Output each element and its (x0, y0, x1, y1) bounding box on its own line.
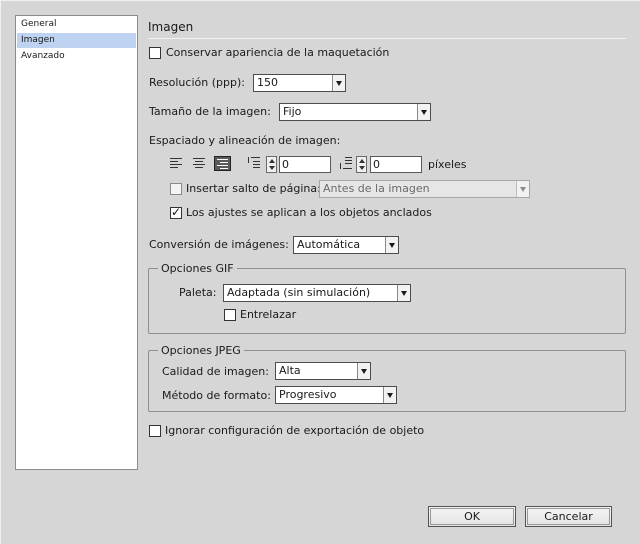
interlace-checkbox[interactable] (224, 309, 236, 321)
palette-dropdown[interactable]: Adaptada (sin simulación) (223, 284, 411, 302)
space-after-icon (340, 157, 352, 169)
method-dropdown[interactable]: Progresivo (275, 386, 397, 404)
page-break-value: Antes de la imagen (323, 182, 430, 195)
spacing-label: Espaciado y alineación de imagen: (149, 134, 341, 147)
category-list[interactable]: General Imagen Avanzado (15, 15, 138, 470)
sidebar-item-imagen[interactable]: Imagen (17, 33, 136, 48)
quality-dropdown[interactable]: Alta (275, 362, 371, 380)
align-center-icon[interactable] (193, 158, 207, 170)
space-before-icon (248, 157, 260, 169)
ok-button[interactable]: OK (428, 506, 516, 527)
conversion-dropdown[interactable]: Automática (293, 236, 399, 254)
image-size-dropdown[interactable]: Fijo (279, 103, 431, 121)
chevron-down-icon[interactable] (397, 285, 410, 301)
conversion-label: Conversión de imágenes: (149, 238, 289, 251)
sidebar-item-general[interactable]: General (17, 17, 136, 32)
chevron-down-icon[interactable] (357, 363, 370, 379)
method-label: Método de formato: (162, 389, 271, 402)
preserve-layout-checkbox[interactable] (149, 47, 161, 59)
resolution-value: 150 (257, 76, 278, 89)
page-break-checkbox[interactable] (170, 183, 182, 195)
space-before-stepper[interactable] (266, 156, 277, 173)
quality-label: Calidad de imagen: (162, 365, 269, 378)
anchored-label: Los ajustes se aplican a los objetos anc… (186, 206, 432, 219)
quality-value: Alta (279, 364, 301, 377)
resolution-label: Resolución (ppp): (149, 76, 245, 89)
checkmark-icon: ✓ (171, 205, 182, 219)
gif-options-title: Opciones GIF (158, 262, 237, 275)
chevron-down-icon[interactable] (383, 387, 396, 403)
align-right-icon[interactable] (214, 156, 231, 171)
page-break-dropdown[interactable]: Antes de la imagen (319, 180, 530, 198)
chevron-down-icon[interactable] (332, 75, 345, 91)
palette-value: Adaptada (sin simulación) (227, 286, 371, 299)
resolution-dropdown[interactable]: 150 (253, 74, 346, 92)
method-value: Progresivo (279, 388, 337, 401)
space-after-stepper[interactable] (356, 156, 367, 173)
anchored-checkbox[interactable]: ✓ (170, 205, 182, 219)
ignore-export-label: Ignorar configuración de exportación de … (165, 424, 425, 437)
sidebar-item-avanzado[interactable]: Avanzado (17, 49, 136, 64)
image-size-label: Tamaño de la imagen: (149, 105, 271, 118)
chevron-down-icon[interactable] (516, 181, 529, 197)
jpeg-options-title: Opciones JPEG (158, 344, 244, 357)
palette-label: Paleta: (179, 286, 217, 299)
interlace-label: Entrelazar (240, 308, 297, 321)
space-after-input[interactable]: 0 (370, 156, 422, 173)
align-left-icon[interactable] (170, 158, 184, 170)
image-size-value: Fijo (283, 105, 302, 118)
chevron-down-icon[interactable] (385, 237, 398, 253)
chevron-down-icon[interactable] (417, 104, 430, 120)
space-before-input[interactable]: 0 (279, 156, 331, 173)
page-break-label: Insertar salto de página: (186, 182, 321, 195)
ignore-export-checkbox[interactable] (149, 425, 161, 437)
title-separator (148, 38, 626, 39)
preserve-layout-label: Conservar apariencia de la maquetación (166, 46, 390, 59)
units-label: píxeles (428, 158, 467, 171)
cancel-button[interactable]: Cancelar (525, 506, 612, 527)
conversion-value: Automática (297, 238, 361, 251)
section-title: Imagen (148, 20, 194, 34)
